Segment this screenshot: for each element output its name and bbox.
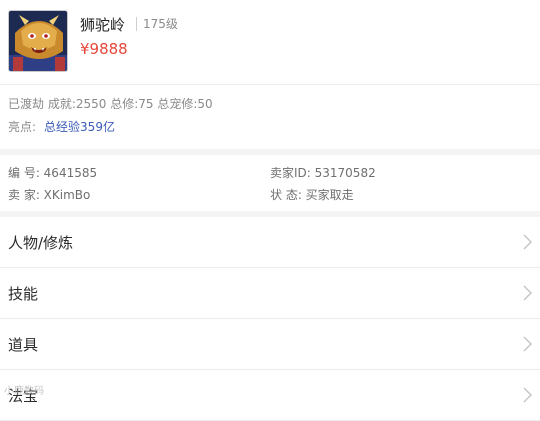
highlight-label: 亮点: [8, 120, 37, 134]
menu-item-label: 道具 [8, 336, 39, 354]
chevron-right-icon [523, 336, 532, 352]
menu-item-label: 人物/修炼 [8, 234, 74, 252]
highlight-link[interactable]: 总经验359亿 [44, 120, 115, 134]
highlight-row: 亮点: 总经验359亿 [8, 118, 115, 135]
menu-item-label: 技能 [8, 285, 39, 303]
listing-info: 编 号: 4641585 卖 家: XKimBo 卖家ID: 53170582 … [0, 155, 540, 211]
menu-item-character[interactable]: 人物/修炼 [0, 217, 540, 268]
item-header: 狮驼岭 175级 ¥9888 [0, 0, 540, 85]
seller-id: 卖家ID: 53170582 [270, 166, 376, 180]
stats-summary: 已渡劫 成就:2550 总修:75 总宠修:50 [8, 97, 213, 111]
character-name: 狮驼岭 [80, 16, 126, 34]
item-price: ¥9888 [80, 40, 128, 58]
character-level: 175级 [136, 17, 178, 31]
stats-section: 已渡劫 成就:2550 总修:75 总宠修:50 亮点: 总经验359亿 [0, 85, 540, 149]
character-avatar[interactable] [8, 10, 68, 72]
chevron-right-icon [523, 234, 532, 250]
listing-id: 编 号: 4641585 [8, 166, 98, 180]
menu-item-items[interactable]: 道具 [0, 319, 540, 370]
seller-name: 卖 家: XKimBo [8, 188, 91, 202]
watermark: 小鹿数码 [4, 386, 44, 397]
menu-item-skills[interactable]: 技能 [0, 268, 540, 319]
chevron-right-icon [523, 387, 532, 403]
chevron-right-icon [523, 285, 532, 301]
listing-status: 状 态: 买家取走 [270, 188, 354, 202]
menu-item-treasures[interactable]: 法宝 [0, 370, 540, 421]
